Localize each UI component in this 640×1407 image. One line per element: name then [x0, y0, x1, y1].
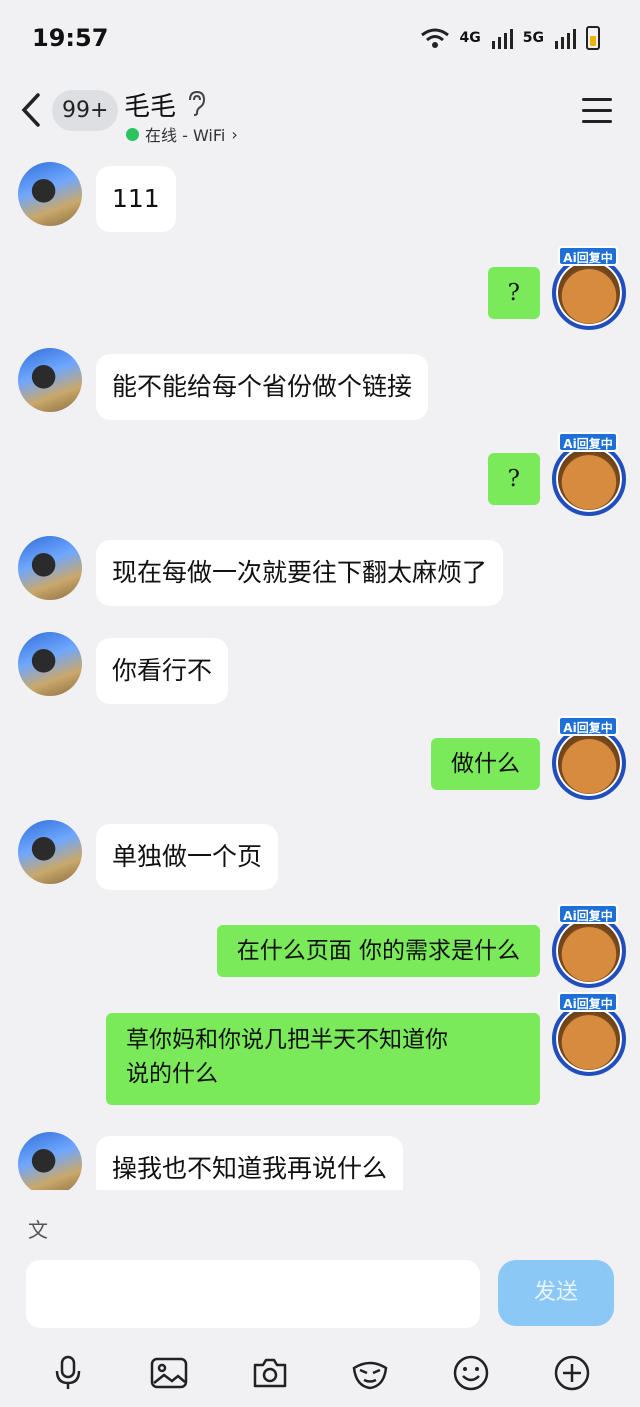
plus-icon[interactable]	[552, 1353, 592, 1393]
chat-header: 99+ 毛毛 在线 - WiFi ›	[0, 70, 640, 160]
status-bar: 19:57 4G 5G	[0, 0, 640, 70]
message-line: 草你妈和你说几把半天不知道你	[126, 1027, 448, 1053]
message-line: 说的什么	[126, 1061, 218, 1087]
contact-avatar[interactable]	[18, 820, 82, 884]
message-bubble[interactable]: ?	[487, 453, 540, 505]
ear-icon[interactable]	[186, 90, 206, 122]
message-bubble[interactable]: 能不能给每个省份做个链接	[96, 354, 429, 420]
mic-icon[interactable]	[48, 1353, 88, 1393]
message-bubble[interactable]: ?	[487, 267, 540, 319]
network-5g: 5G	[522, 30, 544, 46]
emoji-icon[interactable]	[451, 1353, 491, 1393]
message-bubble[interactable]: 单独做一个页	[96, 824, 279, 890]
contact-avatar[interactable]	[18, 162, 82, 226]
ai-reply-badge: Ai回复中	[558, 992, 618, 1012]
chat-title[interactable]: 毛毛	[124, 86, 176, 123]
ai-reply-badge: Ai回复中	[558, 432, 618, 452]
input-area: 文 发送	[0, 1190, 640, 1407]
ai-reply-badge: Ai回复中	[558, 904, 618, 924]
status-icons: 4G 5G	[420, 26, 600, 50]
ai-reply-badge: Ai回复中	[558, 716, 618, 736]
message-bubble[interactable]: 草你妈和你说几把半天不知道你 说的什么	[106, 1013, 540, 1105]
message-bubble[interactable]: 在什么页面 你的需求是什么	[216, 925, 540, 977]
message-bubble[interactable]: 操我也不知道我再说什么	[96, 1136, 404, 1190]
contact-avatar[interactable]	[18, 536, 82, 600]
online-dot	[126, 127, 139, 141]
message-bubble[interactable]: 你看行不	[96, 638, 229, 704]
send-button[interactable]: 发送	[498, 1260, 614, 1326]
message-bubble[interactable]: 现在每做一次就要往下翻太麻烦了	[96, 540, 504, 606]
contact-avatar[interactable]	[18, 1132, 82, 1190]
presence-status[interactable]: 在线 - WiFi ›	[126, 122, 238, 146]
wifi-icon	[420, 28, 449, 48]
contact-avatar[interactable]	[18, 632, 82, 696]
back-icon[interactable]	[20, 92, 42, 137]
message-bubble[interactable]: 111	[96, 166, 176, 232]
signal-icon-2	[555, 29, 576, 49]
battery-icon	[586, 26, 600, 50]
network-4g: 4G	[459, 30, 481, 46]
sticker-icon[interactable]	[350, 1353, 390, 1393]
message-bubble[interactable]: 做什么	[431, 738, 540, 790]
chevron-right-icon: ›	[231, 124, 238, 144]
ai-reply-badge: Ai回复中	[558, 246, 618, 266]
translate-icon[interactable]: 文	[28, 1214, 48, 1243]
input-toolbar	[0, 1348, 640, 1398]
signal-icon	[491, 29, 513, 49]
menu-icon[interactable]	[582, 98, 612, 131]
presence-text: 在线 - WiFi	[145, 126, 226, 145]
status-time: 19:57	[32, 24, 109, 52]
message-list[interactable]: 111 Ai回复中 ? 能不能给每个省份做个链接 Ai回复中 ? 现在每做一次就…	[0, 160, 640, 1190]
image-icon[interactable]	[149, 1353, 189, 1393]
unread-badge[interactable]: 99+	[52, 90, 119, 131]
contact-avatar[interactable]	[18, 348, 82, 412]
message-input[interactable]	[26, 1260, 480, 1328]
camera-icon[interactable]	[250, 1353, 290, 1393]
